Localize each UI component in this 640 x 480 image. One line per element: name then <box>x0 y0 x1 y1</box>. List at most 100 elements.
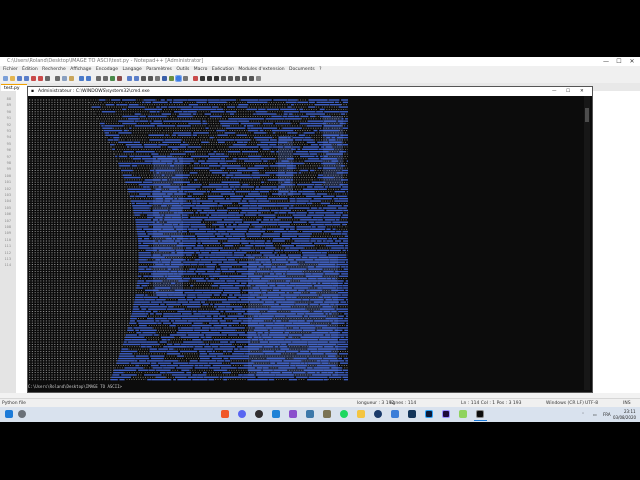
line-number: 90 <box>6 109 11 114</box>
run-macro-multiple-icon[interactable] <box>214 76 219 81</box>
indent-guide-icon[interactable] <box>155 76 160 81</box>
obs-icon[interactable] <box>255 410 263 418</box>
premiere-icon[interactable] <box>442 410 450 418</box>
cmd-maximize-button[interactable]: ☐ <box>566 87 570 96</box>
cmd-icon[interactable] <box>476 410 484 418</box>
menu-item-encodage[interactable]: Encodage <box>96 67 118 72</box>
print-icon[interactable] <box>45 76 50 81</box>
open-folder-icon[interactable] <box>10 76 15 81</box>
edit-icon[interactable] <box>391 410 399 418</box>
close-file-icon[interactable] <box>31 76 36 81</box>
tray-time[interactable]: 23:11 <box>624 409 636 414</box>
line-number: 113 <box>4 257 12 261</box>
gimp-icon[interactable] <box>323 410 331 418</box>
paste-icon[interactable] <box>69 76 74 81</box>
record-macro-icon[interactable] <box>193 76 198 81</box>
menu-item-help[interactable]: ? <box>319 67 321 72</box>
lang-icon[interactable] <box>162 76 167 81</box>
cmd-close-button[interactable]: ✕ <box>580 87 584 96</box>
undo-icon[interactable] <box>79 76 84 81</box>
cmd-minimize-button[interactable]: — <box>552 87 557 96</box>
explorer-icon[interactable] <box>357 410 365 418</box>
brave-icon[interactable] <box>221 410 229 418</box>
tray-lang[interactable]: FRA <box>603 412 611 417</box>
tab-test-py[interactable]: test.py <box>1 84 27 91</box>
zoom-out-icon[interactable] <box>117 76 122 81</box>
minimize-button[interactable]: — <box>600 57 612 66</box>
tray-chevron-icon[interactable]: ˄ <box>582 412 584 417</box>
steam-icon[interactable] <box>374 410 382 418</box>
copy-icon[interactable] <box>62 76 67 81</box>
line-number: 91 <box>6 116 11 121</box>
plugin-icon[interactable] <box>235 76 240 81</box>
save-macro-icon[interactable] <box>221 76 226 81</box>
python-icon[interactable] <box>306 410 314 418</box>
maximize-button[interactable]: ☐ <box>613 57 625 66</box>
visual-studio-icon[interactable] <box>289 410 297 418</box>
save-all-icon[interactable] <box>24 76 29 81</box>
start-icon[interactable] <box>5 410 13 418</box>
powershell-icon[interactable] <box>408 410 416 418</box>
line-number: 93 <box>6 129 11 133</box>
find-in-files-icon[interactable] <box>249 76 254 81</box>
ascii-highlight <box>278 136 293 196</box>
tray-date[interactable]: 03/08/2020 <box>613 415 636 420</box>
cmd-title: Administrateur : C:\WINDOWS\system32\cmd… <box>38 89 150 94</box>
replace-icon[interactable] <box>103 76 108 81</box>
photoshop-icon[interactable] <box>425 410 433 418</box>
menu-item-execution[interactable]: Exécution <box>212 67 234 72</box>
ascii-art <box>29 99 348 381</box>
menu-item-fichier[interactable]: Fichier <box>3 67 18 72</box>
settings-icon[interactable] <box>242 76 247 81</box>
function-list-icon[interactable] <box>175 75 182 82</box>
line-number: 94 <box>6 135 11 140</box>
menu-item-recherche[interactable]: Recherche <box>42 67 66 72</box>
sync-h-icon[interactable] <box>134 76 139 81</box>
all-chars-icon[interactable] <box>148 76 153 81</box>
cut-icon[interactable] <box>55 76 60 81</box>
cmd-title-bar: ▪ Administrateur : C:\WINDOWS\system32\c… <box>28 87 592 96</box>
cmd-scroll-thumb[interactable] <box>585 108 589 122</box>
sync-v-icon[interactable] <box>127 76 132 81</box>
save-icon[interactable] <box>17 76 22 81</box>
console-output[interactable]: C:\Users\Roland\Desktop\IMAGE TO ASCII> <box>28 96 582 392</box>
cmd-icon: ▪ <box>31 89 35 94</box>
find-icon[interactable] <box>96 76 101 81</box>
search-icon[interactable] <box>18 410 26 418</box>
menu-item-modules[interactable]: Modules d'extension <box>238 67 284 72</box>
new-file-icon[interactable] <box>3 76 8 81</box>
tray-network-icon[interactable]: ▭ <box>593 412 597 417</box>
discord-icon[interactable] <box>238 410 246 418</box>
play-macro-icon[interactable] <box>207 76 212 81</box>
cmd-scrollbar[interactable] <box>584 96 590 390</box>
menu-item-edition[interactable]: Édition <box>22 67 38 72</box>
menu-item-outils[interactable]: Outils <box>176 67 189 72</box>
cmd-window[interactable]: ▪ Administrateur : C:\WINDOWS\system32\c… <box>27 86 593 393</box>
menu-item-parametres[interactable]: Paramètres <box>146 67 172 72</box>
line-number: 97 <box>6 154 11 159</box>
close-all-icon[interactable] <box>38 76 43 81</box>
ascii-highlight <box>248 256 338 376</box>
menu-item-langage[interactable]: Langage <box>122 67 141 72</box>
close-button[interactable]: ✕ <box>626 57 638 66</box>
menu-item-affichage[interactable]: Affichage <box>70 67 91 72</box>
line-number: 103 <box>4 193 12 197</box>
folder-workspace-icon[interactable] <box>183 76 188 81</box>
menu-item-documents[interactable]: Documents <box>289 67 315 72</box>
notepadpp-icon[interactable] <box>459 410 467 418</box>
spotify-icon[interactable] <box>340 410 348 418</box>
zoom-in-icon[interactable] <box>110 76 115 81</box>
extra-icon[interactable] <box>256 76 261 81</box>
ascii-highlight <box>153 156 183 296</box>
line-number: 89 <box>6 103 11 108</box>
spellcheck-icon[interactable] <box>228 76 233 81</box>
menu-bar: Fichier Édition Recherche Affichage Enco… <box>0 66 640 74</box>
stop-macro-icon[interactable] <box>200 76 205 81</box>
doc-map-icon[interactable] <box>169 76 174 81</box>
menu-item-macro[interactable]: Macro <box>194 67 208 72</box>
wrap-icon[interactable] <box>141 76 146 81</box>
redo-icon[interactable] <box>86 76 91 81</box>
active-app-indicator <box>474 420 487 421</box>
vscode-icon[interactable] <box>272 410 280 418</box>
line-number: 99 <box>6 167 11 172</box>
